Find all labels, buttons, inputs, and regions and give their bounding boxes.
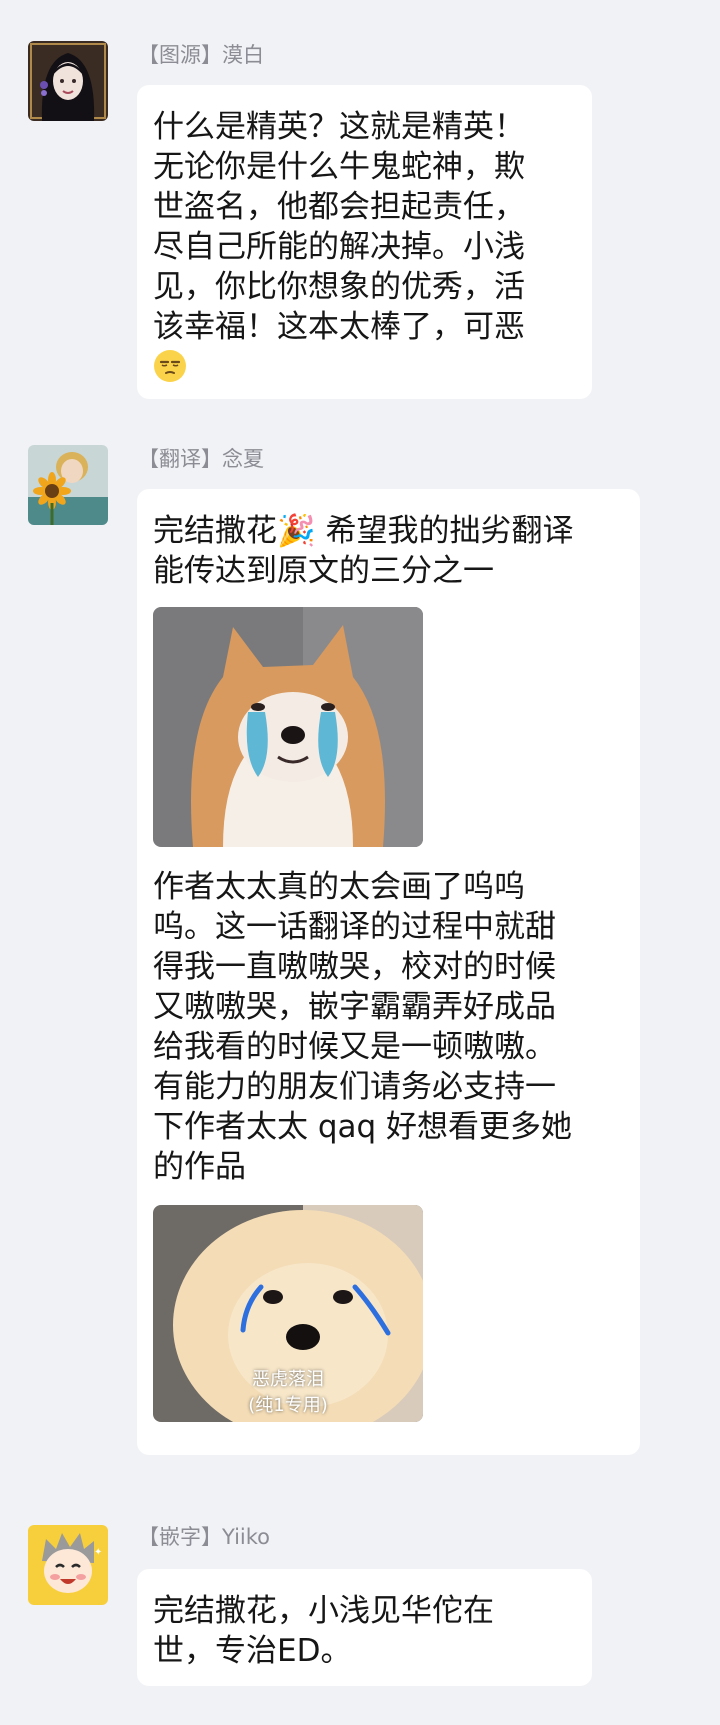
- text-line: 尽自己所能的解决掉。小浅: [153, 229, 525, 265]
- dark-haired-girl-avatar-icon: [28, 41, 108, 121]
- caption-line: (纯1专用): [248, 1395, 328, 1416]
- unamused-face-emoji: [153, 349, 187, 387]
- text-line: 完结撒花，小浅见华佗在: [153, 1593, 494, 1629]
- comment-bubble[interactable]: 什么是精英？这就是精英！ 无论你是什么牛鬼蛇神，欺 世盗名，他都会担起责任， 尽…: [137, 85, 592, 399]
- author-name[interactable]: 【图源】漠白: [138, 38, 264, 72]
- caption-line: 恶虎落泪: [252, 1369, 324, 1390]
- text-line: 的作品: [153, 1149, 246, 1185]
- comment-bubble[interactable]: 完结撒花，小浅见华佗在 世，专治ED。: [137, 1569, 592, 1686]
- text-line: 呜。这一话翻译的过程中就甜: [153, 909, 556, 945]
- sticker-caption: 恶虎落泪 (纯1专用): [153, 1367, 423, 1419]
- text-line: 无论你是什么牛鬼蛇神，欺: [153, 149, 525, 185]
- text-line: 世盗名，他都会担起责任，: [153, 189, 525, 225]
- cartoon-boy-avatar-icon: ✦: [28, 1525, 108, 1605]
- sunflower-avatar-icon: [28, 445, 108, 525]
- avatar-nianxia[interactable]: [28, 445, 108, 525]
- crying-shiba-sticker[interactable]: [153, 607, 423, 847]
- comment-text: 完结撒花🎉 希望我的拙劣翻译 能传达到原文的三分之一: [153, 511, 624, 591]
- comment-text: 作者太太真的太会画了呜呜 呜。这一话翻译的过程中就甜 得我一直嗷嗷哭，校对的时候…: [153, 867, 624, 1187]
- comment-text: 完结撒花，小浅见华佗在 世，专治ED。: [153, 1591, 576, 1671]
- svg-text:✦: ✦: [94, 1547, 102, 1558]
- text-line: 下作者太太 qaq 好想看更多她: [153, 1109, 573, 1145]
- avatar-yiiko[interactable]: ✦: [28, 1525, 108, 1605]
- text-line: 又嗷嗷哭，嵌字霸霸弄好成品: [153, 989, 556, 1025]
- text-line: 有能力的朋友们请务必支持一: [153, 1069, 556, 1105]
- author-name[interactable]: 【嵌字】Yiiko: [138, 1520, 270, 1554]
- text-line: 世，专治ED。: [153, 1633, 352, 1669]
- text-line: 能传达到原文的三分之一: [153, 553, 494, 589]
- text-line: 该幸福！这本太棒了，可恶: [153, 309, 525, 345]
- text-line: 得我一直嗷嗷哭，校对的时候: [153, 949, 556, 985]
- text-line: 见，你比你想象的优秀，活: [153, 269, 525, 305]
- comment-text: 什么是精英？这就是精英！ 无论你是什么牛鬼蛇神，欺 世盗名，他都会担起责任， 尽…: [153, 107, 576, 347]
- crying-pomeranian-sticker[interactable]: 恶虎落泪 (纯1专用): [153, 1205, 423, 1422]
- text-line: 完结撒花🎉 希望我的拙劣翻译: [153, 513, 574, 549]
- avatar-mobai[interactable]: [28, 41, 108, 121]
- comment-bubble[interactable]: 完结撒花🎉 希望我的拙劣翻译 能传达到原文的三分之一 作者太太真的太会画了呜呜 …: [137, 489, 640, 1455]
- text-line: 给我看的时候又是一顿嗷嗷。: [153, 1029, 556, 1065]
- author-name[interactable]: 【翻译】念夏: [138, 442, 264, 476]
- text-line: 作者太太真的太会画了呜呜: [153, 869, 525, 905]
- text-line: 什么是精英？这就是精英！: [153, 109, 525, 145]
